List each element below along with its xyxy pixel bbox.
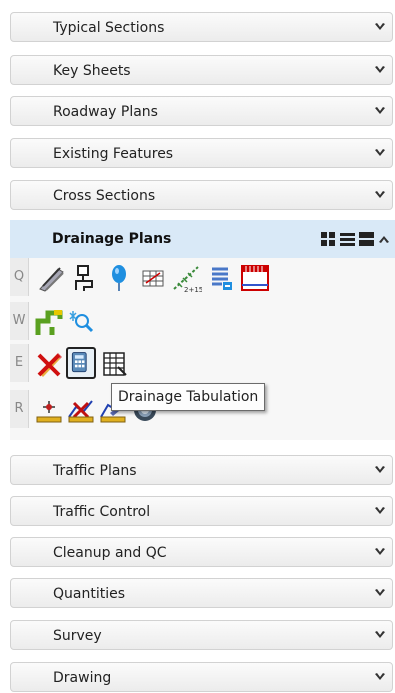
grid-tool-icon[interactable] <box>138 263 168 293</box>
section-label: Cross Sections <box>53 188 156 204</box>
chevron-down-icon <box>375 23 385 30</box>
row-key: W <box>10 302 29 340</box>
section-key-sheets[interactable]: Key Sheets <box>10 55 393 85</box>
section-traffic-plans[interactable]: Traffic Plans <box>10 455 393 485</box>
chevron-down-icon <box>375 149 385 156</box>
section-drainage-plans[interactable]: Drainage Plans <box>10 220 395 258</box>
section-label: Existing Features <box>53 146 174 162</box>
section-label: Survey <box>53 628 102 644</box>
grid-view-icon[interactable] <box>321 232 336 246</box>
chevron-down-icon <box>375 107 385 114</box>
profile-station-tool-icon[interactable]: 2+15 <box>172 263 202 293</box>
tool-row-e: E <box>10 344 160 384</box>
pipe-tool-icon[interactable] <box>36 263 66 293</box>
view-mode-controls <box>321 231 390 247</box>
section-cleanup-and-qc[interactable]: Cleanup and QC <box>10 537 393 567</box>
section-label: Quantities <box>53 586 126 602</box>
tool-row-w: W <box>10 302 130 342</box>
section-label: Drawing <box>53 670 112 686</box>
tooltip: Drainage Tabulation <box>111 383 266 411</box>
calendar-table-tool-icon[interactable] <box>240 263 270 293</box>
delete-tool-icon[interactable] <box>34 349 64 379</box>
notes-tool-icon[interactable] <box>206 263 236 293</box>
section-existing-features[interactable]: Existing Features <box>10 138 393 168</box>
section-drawing[interactable]: Drawing <box>10 662 393 692</box>
section-label: Drainage Plans <box>52 231 172 247</box>
row-key: Q <box>10 258 29 296</box>
survey-tool-icon[interactable] <box>34 395 64 425</box>
svg-text:2+15: 2+15 <box>184 286 202 293</box>
chevron-down-icon <box>375 466 385 473</box>
list-view-icon[interactable] <box>340 232 355 246</box>
find-tool-icon[interactable] <box>66 307 96 337</box>
section-label: Roadway Plans <box>53 104 158 120</box>
section-label: Typical Sections <box>53 20 165 36</box>
section-survey[interactable]: Survey <box>10 620 393 650</box>
chevron-down-icon <box>375 66 385 73</box>
connector-tool-icon[interactable] <box>34 307 64 337</box>
drainage-tabulation-tool-icon[interactable] <box>66 347 96 379</box>
chevron-down-icon <box>375 673 385 680</box>
section-label: Cleanup and QC <box>53 545 167 561</box>
section-quantities[interactable]: Quantities <box>10 578 393 608</box>
section-roadway-plans[interactable]: Roadway Plans <box>10 96 393 126</box>
table-tool-icon[interactable] <box>100 349 130 379</box>
section-label: Traffic Control <box>53 504 151 520</box>
row-key: R <box>10 390 29 428</box>
section-cross-sections[interactable]: Cross Sections <box>10 180 393 210</box>
section-typical-sections[interactable]: Typical Sections <box>10 12 393 42</box>
section-traffic-control[interactable]: Traffic Control <box>10 496 393 526</box>
chevron-down-icon <box>375 548 385 555</box>
chevron-down-icon <box>375 631 385 638</box>
chevron-down-icon <box>375 507 385 514</box>
structure-tool-icon[interactable] <box>70 263 100 293</box>
section-label: Traffic Plans <box>53 463 137 479</box>
chevron-up-icon[interactable] <box>378 233 390 245</box>
large-view-icon[interactable] <box>359 232 374 246</box>
chevron-down-icon <box>375 589 385 596</box>
row-key: E <box>10 344 29 382</box>
balloon-tool-icon[interactable] <box>104 263 134 293</box>
section-tool-icon[interactable] <box>66 395 96 425</box>
tool-row-q: Q 2+15 <box>10 258 370 298</box>
tool-panel: Typical Sections Key Sheets Roadway Plan… <box>0 0 395 693</box>
section-label: Key Sheets <box>53 63 131 79</box>
chevron-down-icon <box>375 191 385 198</box>
